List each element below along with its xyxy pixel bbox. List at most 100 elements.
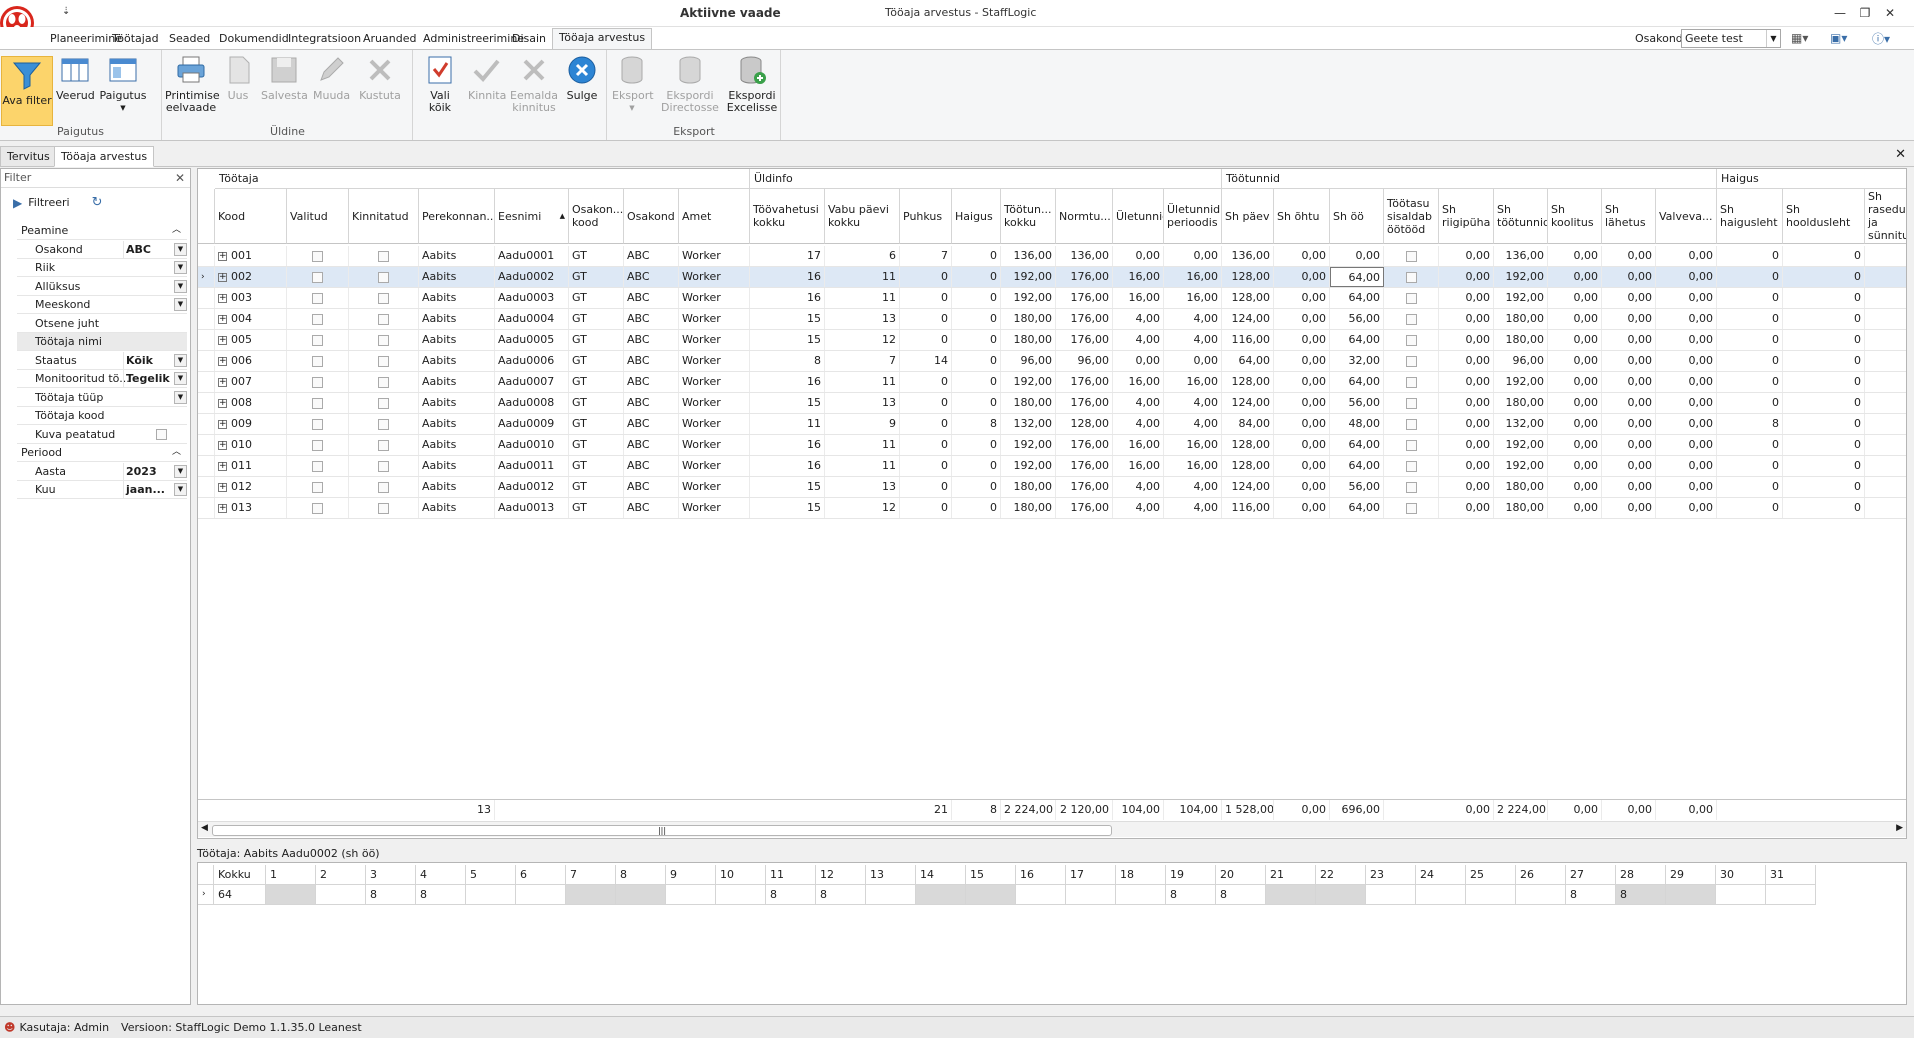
column-header-valitud[interactable]: Valitud bbox=[287, 189, 349, 244]
checkbox-cell-tootasu-sisaldab-ootood[interactable] bbox=[1384, 288, 1439, 308]
column-header-sh-rasedus-ja-sunnitus[interactable]: Sh rasedus ja sünnitus bbox=[1865, 189, 1906, 244]
filter-field-osakond[interactable]: Osakond ABC ▼ bbox=[17, 240, 187, 259]
checkbox[interactable] bbox=[312, 460, 323, 472]
chevron-down-icon[interactable]: ▼ bbox=[174, 242, 187, 256]
row-indicator[interactable] bbox=[198, 414, 215, 434]
checkbox-cell-valitud[interactable] bbox=[287, 456, 349, 476]
checkbox-cell-tootasu-sisaldab-ootood[interactable] bbox=[1384, 246, 1439, 266]
row-indicator[interactable] bbox=[198, 330, 215, 350]
table-row[interactable]: +009 Aabits Aadu0009 GT ABC Worker 11 9 0 8 132,00… bbox=[198, 414, 1906, 435]
checkbox[interactable] bbox=[1405, 397, 1417, 409]
checkbox-cell-tootasu-sisaldab-ootood[interactable] bbox=[1384, 372, 1439, 392]
column-header-uletunnid-perioodis[interactable]: Ületunnid perioodis bbox=[1164, 189, 1222, 244]
checkbox-cell-kinnitatud[interactable] bbox=[349, 309, 419, 329]
checkbox-cell-valitud[interactable] bbox=[287, 267, 349, 287]
paigutus-button[interactable]: Paigutus ▼ bbox=[99, 54, 147, 114]
checkbox-cell-valitud[interactable] bbox=[287, 288, 349, 308]
uus-button[interactable]: Uus bbox=[223, 54, 253, 102]
column-header-tootun-kokku[interactable]: Töötun... kokku bbox=[1001, 189, 1056, 244]
checkbox[interactable] bbox=[378, 460, 389, 472]
checkbox-cell-valitud[interactable] bbox=[287, 246, 349, 266]
checkbox[interactable] bbox=[378, 481, 389, 493]
checkbox[interactable] bbox=[312, 376, 323, 388]
veerud-button[interactable]: Veerud bbox=[56, 54, 95, 102]
column-header-tootasu-sisaldab-ootood[interactable]: Töötasu sisaldab öötööd bbox=[1384, 189, 1439, 244]
quick-access-toolbar-dropdown[interactable]: ⇣ bbox=[62, 6, 70, 17]
detail-day-24[interactable] bbox=[1416, 885, 1466, 905]
detail-day-15[interactable] bbox=[966, 885, 1016, 905]
detail-day-26[interactable] bbox=[1516, 885, 1566, 905]
checkbox[interactable] bbox=[1405, 313, 1417, 325]
chevron-down-icon[interactable]: ▼ bbox=[174, 261, 187, 274]
column-header-normtu[interactable]: Normtu... bbox=[1056, 189, 1113, 244]
scroll-right-icon[interactable]: ▶ bbox=[1896, 823, 1903, 833]
column-header-eesnimi[interactable]: Eesnimi ▲ bbox=[495, 189, 569, 244]
checkbox-cell-tootasu-sisaldab-ootood[interactable] bbox=[1384, 309, 1439, 329]
column-header-sh-paev[interactable]: Sh päev bbox=[1222, 189, 1274, 244]
detail-day-1[interactable] bbox=[266, 885, 316, 905]
detail-day-3[interactable]: 8 bbox=[366, 885, 416, 905]
close-document-icon[interactable]: ✕ bbox=[1895, 147, 1906, 162]
table-row[interactable]: +001 Aabits Aadu0001 GT ABC Worker 17 6 7 0 136,00… bbox=[198, 246, 1906, 267]
table-row[interactable]: +011 Aabits Aadu0011 GT ABC Worker 16 11 0 0 192,0… bbox=[198, 456, 1906, 477]
checkbox[interactable] bbox=[378, 313, 389, 325]
checkbox[interactable] bbox=[312, 250, 323, 262]
expand-plus-icon[interactable]: + bbox=[218, 251, 227, 261]
checkbox[interactable] bbox=[1405, 250, 1417, 262]
checkbox[interactable] bbox=[312, 439, 323, 451]
checkbox-cell-kinnitatud[interactable] bbox=[349, 288, 419, 308]
checkbox[interactable] bbox=[312, 292, 323, 304]
detail-day-19[interactable]: 8 bbox=[1166, 885, 1216, 905]
column-header-sh-riigipuha[interactable]: Sh riigipüha bbox=[1439, 189, 1494, 244]
help-icon[interactable]: ⓘ▾ bbox=[1872, 30, 1890, 47]
checkbox[interactable] bbox=[1405, 439, 1417, 451]
scroll-left-icon[interactable]: ◀ bbox=[201, 823, 208, 833]
filter-category-peamine[interactable]: Peamine ︿ bbox=[17, 222, 187, 240]
salvesta-button[interactable]: Salvesta bbox=[261, 54, 308, 102]
detail-day-7[interactable] bbox=[566, 885, 616, 905]
row-indicator[interactable] bbox=[198, 477, 215, 497]
column-header-sh-lahetus[interactable]: Sh lähetus bbox=[1602, 189, 1656, 244]
row-indicator[interactable] bbox=[198, 456, 215, 476]
windows-icon[interactable]: ▣▾ bbox=[1830, 31, 1847, 45]
checkbox[interactable] bbox=[312, 502, 323, 514]
checkbox-cell-kinnitatud[interactable] bbox=[349, 435, 419, 455]
tab-integratsioon[interactable]: Integratsioon bbox=[282, 30, 367, 49]
tab-tootajad[interactable]: Töötajad bbox=[106, 30, 165, 49]
row-indicator[interactable] bbox=[198, 372, 215, 392]
filter-field-monitooritud-to[interactable]: Monitooritud tö... Tegelik ▼ bbox=[17, 370, 187, 388]
column-header-perekonnan[interactable]: Perekonnan... bbox=[419, 189, 495, 244]
detail-day-9[interactable] bbox=[666, 885, 716, 905]
tab-tooaja-arvestus[interactable]: Tööaja arvestus bbox=[552, 28, 653, 49]
checkbox-cell-kinnitatud[interactable] bbox=[349, 351, 419, 371]
detail-day-8[interactable] bbox=[616, 885, 666, 905]
layout-switch-icon[interactable]: ▦▾ bbox=[1791, 31, 1808, 45]
detail-day-13[interactable] bbox=[866, 885, 916, 905]
checkbox-cell-tootasu-sisaldab-ootood[interactable] bbox=[1384, 393, 1439, 413]
cell-kood[interactable]: +001 bbox=[215, 246, 287, 266]
checkbox-cell-kinnitatud[interactable] bbox=[349, 267, 419, 287]
checkbox-cell-valitud[interactable] bbox=[287, 498, 349, 518]
cell-kood[interactable]: +009 bbox=[215, 414, 287, 434]
column-header-sh-tootunnid[interactable]: Sh töötunnid bbox=[1494, 189, 1548, 244]
table-row[interactable]: +007 Aabits Aadu0007 GT ABC Worker 16 11 0 0 192,0… bbox=[198, 372, 1906, 393]
chevron-down-icon[interactable]: ▼ bbox=[1766, 30, 1780, 47]
ekspordi-excelisse-button[interactable]: Ekspordi Excelisse bbox=[726, 54, 778, 114]
column-header-sh-ohtu[interactable]: Sh õhtu bbox=[1274, 189, 1330, 244]
checkbox[interactable] bbox=[312, 313, 323, 325]
checkbox-cell-tootasu-sisaldab-ootood[interactable] bbox=[1384, 498, 1439, 518]
checkbox[interactable] bbox=[312, 271, 323, 283]
checkbox[interactable] bbox=[1405, 502, 1417, 514]
checkbox-cell-valitud[interactable] bbox=[287, 477, 349, 497]
detail-day-14[interactable] bbox=[916, 885, 966, 905]
ava-filter-button[interactable]: Ava filter bbox=[1, 56, 53, 126]
checkbox-cell-kinnitatud[interactable] bbox=[349, 414, 419, 434]
expand-plus-icon[interactable]: + bbox=[218, 503, 227, 513]
checkbox-cell-tootasu-sisaldab-ootood[interactable] bbox=[1384, 330, 1439, 350]
kustuta-button[interactable]: Kustuta bbox=[355, 54, 405, 102]
checkbox-cell-valitud[interactable] bbox=[287, 393, 349, 413]
checkbox[interactable] bbox=[378, 271, 389, 283]
detail-day-31[interactable] bbox=[1766, 885, 1816, 905]
chevron-down-icon[interactable]: ▼ bbox=[174, 372, 187, 385]
restore-icon[interactable]: ❐ bbox=[1854, 4, 1876, 22]
